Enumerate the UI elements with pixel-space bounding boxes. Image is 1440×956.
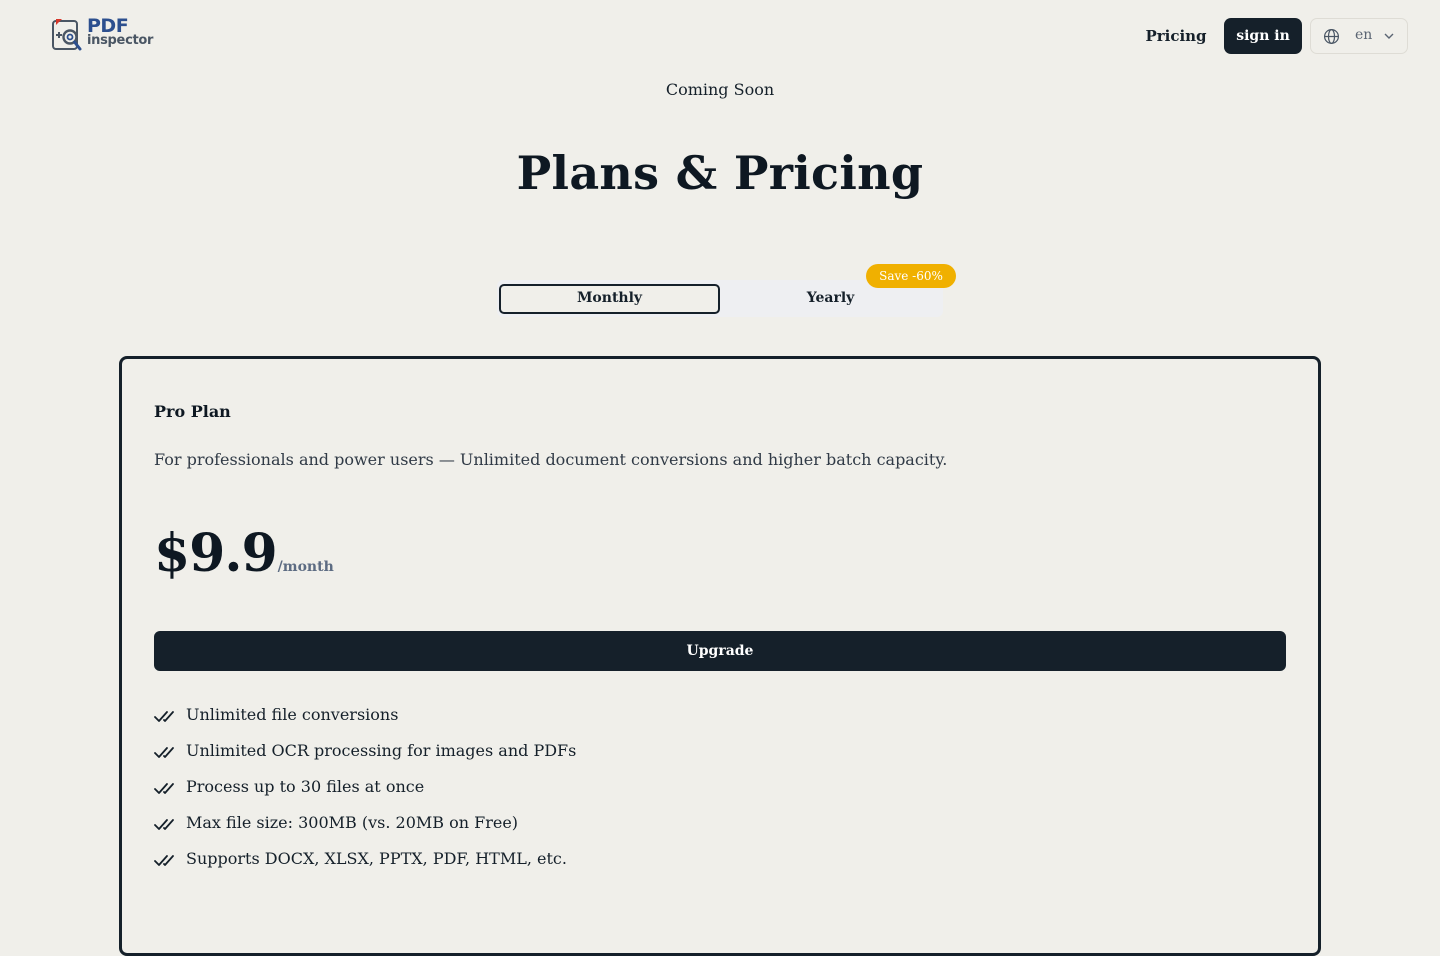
pro-plan-card: Pro Plan For professionals and power use…: [119, 356, 1321, 956]
feature-text: Process up to 30 files at once: [186, 777, 425, 796]
page-title: Plans & Pricing: [516, 146, 924, 200]
logo-text-inspector: inspector: [87, 33, 154, 48]
nav-link-pricing[interactable]: Pricing: [1140, 24, 1212, 48]
sign-in-button[interactable]: sign in: [1224, 18, 1302, 54]
feature-text: Max file size: 300MB (vs. 20MB on Free): [186, 813, 519, 832]
feature-item: Unlimited OCR processing for images and …: [154, 741, 576, 777]
double-check-icon: [154, 747, 174, 758]
double-check-icon: [154, 711, 174, 722]
save-badge: Save -60%: [866, 264, 956, 288]
feature-list: Unlimited file conversions Unlimited OCR…: [154, 705, 576, 885]
price-period: /month: [277, 559, 334, 575]
double-check-icon: [154, 783, 174, 794]
plan-price: $9.9 /month: [154, 523, 334, 584]
plan-description: For professionals and power users — Unli…: [154, 450, 948, 469]
billing-option-monthly[interactable]: Monthly: [499, 284, 720, 314]
logo[interactable]: PDF inspector: [50, 14, 160, 54]
feature-item: Max file size: 300MB (vs. 20MB on Free): [154, 813, 576, 849]
feature-text: Supports DOCX, XLSX, PPTX, PDF, HTML, et…: [186, 849, 567, 868]
logo-wordmark: PDF inspector: [87, 15, 159, 53]
plan-name: Pro Plan: [154, 402, 231, 421]
price-amount: $9.9: [154, 523, 278, 584]
chevron-down-icon: [1384, 33, 1394, 39]
logo-icon: [52, 19, 82, 51]
feature-item: Supports DOCX, XLSX, PPTX, PDF, HTML, et…: [154, 849, 576, 885]
billing-option-yearly[interactable]: Yearly: [720, 284, 941, 314]
feature-item: Process up to 30 files at once: [154, 777, 576, 813]
double-check-icon: [154, 855, 174, 866]
language-value: en: [1355, 27, 1373, 43]
double-check-icon: [154, 819, 174, 830]
feature-text: Unlimited OCR processing for images and …: [186, 741, 577, 760]
feature-text: Unlimited file conversions: [186, 705, 399, 724]
feature-item: Unlimited file conversions: [154, 705, 576, 741]
globe-icon: [1323, 28, 1340, 45]
coming-soon-label: Coming Soon: [665, 80, 775, 99]
upgrade-button[interactable]: Upgrade: [154, 631, 1286, 671]
language-select[interactable]: en: [1310, 18, 1408, 54]
site-header: PDF inspector Pricing sign in en: [0, 0, 1440, 72]
